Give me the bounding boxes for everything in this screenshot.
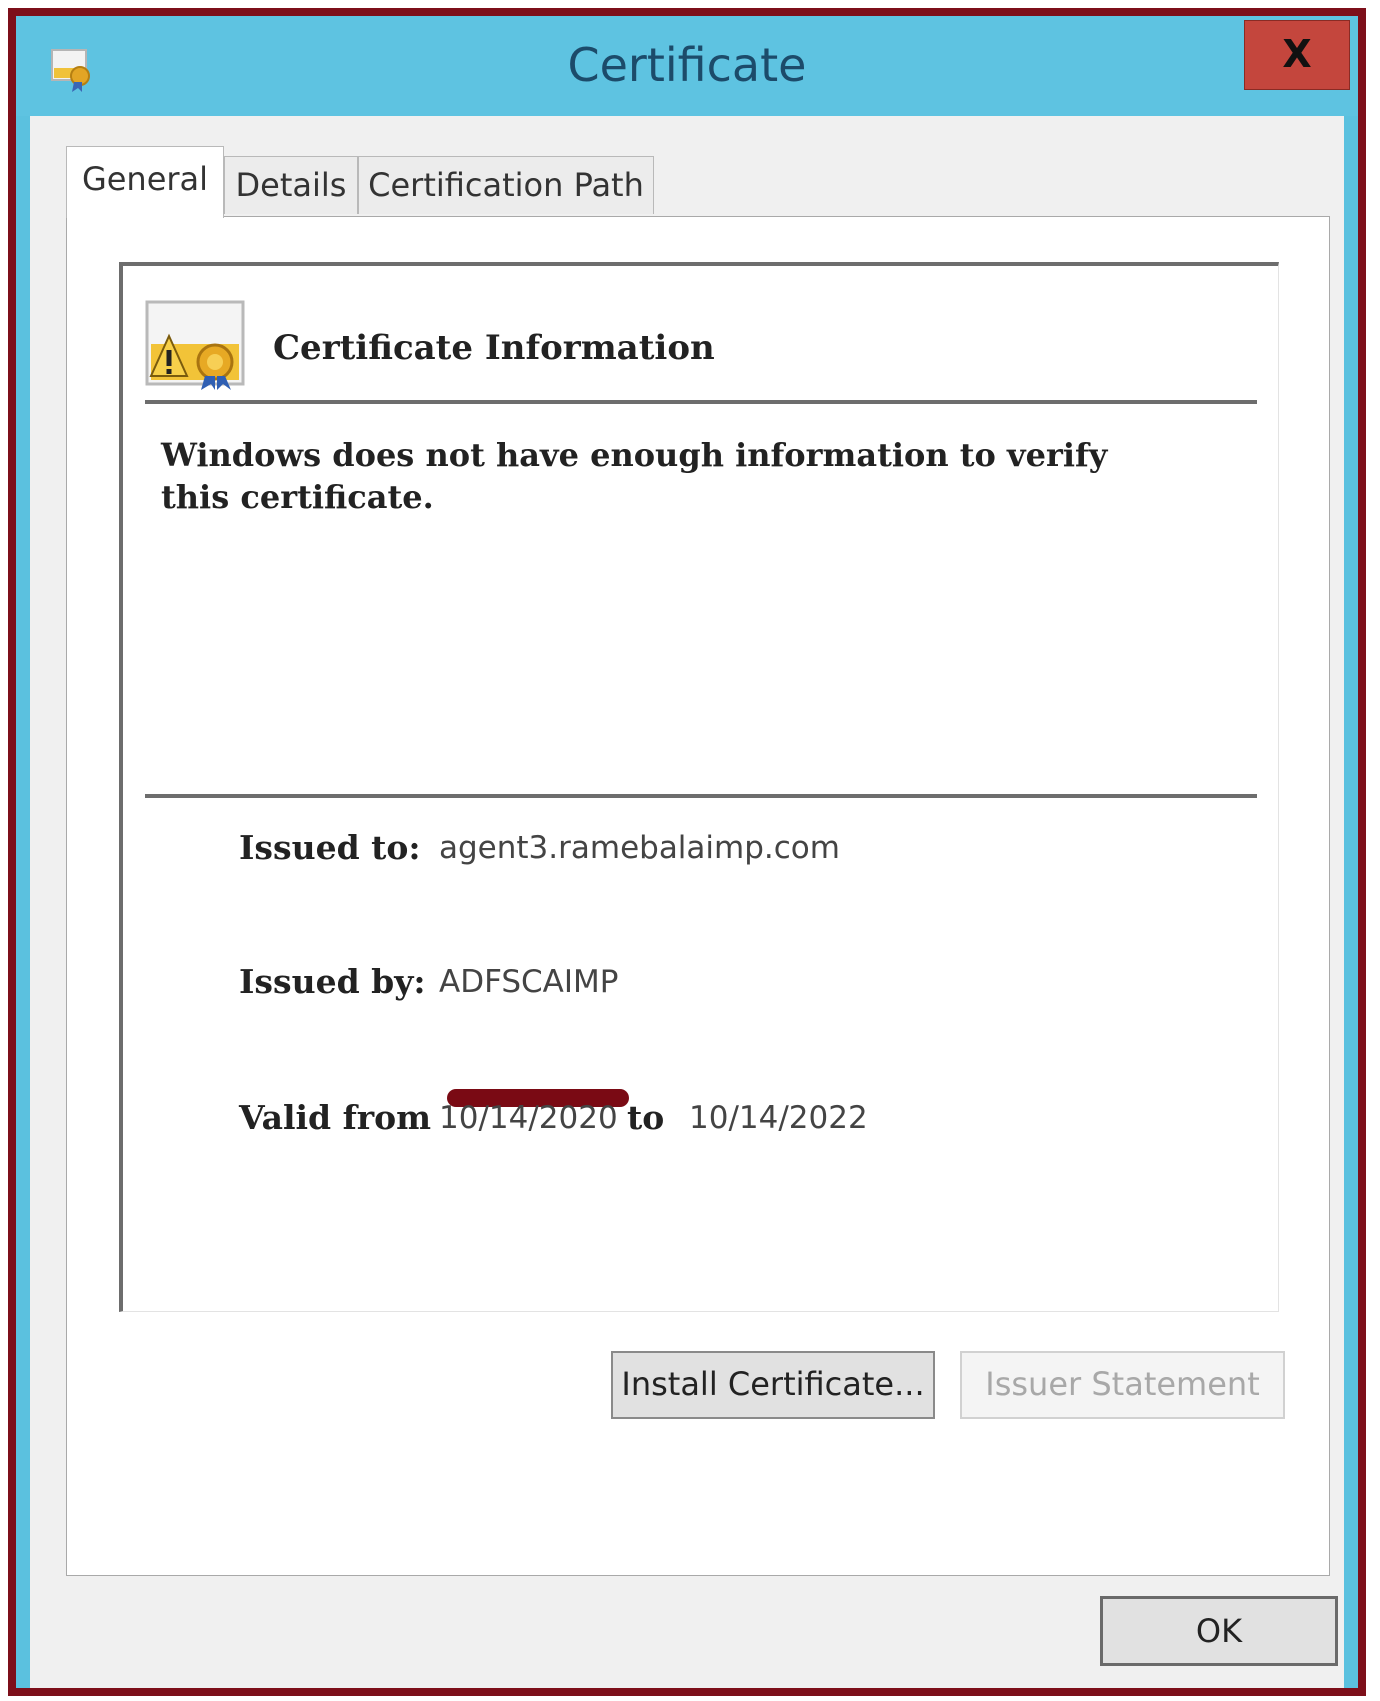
tab-certification-path[interactable]: Certification Path	[358, 156, 654, 214]
valid-from-value: 10/14/2020	[439, 1100, 618, 1136]
issued-by-label: Issued by:	[239, 962, 426, 1001]
title-bar[interactable]: Certificate X	[16, 16, 1358, 116]
tab-details[interactable]: Details	[224, 156, 358, 214]
general-tab-panel: Certificate Information Windows does not…	[66, 216, 1330, 1576]
issued-to-value: agent3.ramebalaimp.com	[439, 830, 840, 866]
tab-certification-path-label: Certification Path	[368, 166, 644, 204]
close-icon: X	[1282, 32, 1312, 76]
certificate-info-heading: Certificate Information	[273, 328, 715, 368]
certificate-dialog: Certificate X General Details Certificat…	[8, 8, 1366, 1696]
details-divider	[145, 794, 1257, 798]
window-title: Certificate	[567, 38, 807, 92]
install-certificate-button[interactable]: Install Certificate...	[611, 1351, 935, 1419]
valid-from-label: Valid from	[239, 1098, 432, 1137]
verification-message: Windows does not have enough information…	[161, 436, 1108, 516]
valid-to-value: 10/14/2022	[689, 1100, 868, 1136]
issued-by-value: ADFSCAIMP	[439, 964, 619, 1000]
dialog-client-area: General Details Certification Path Certi…	[30, 116, 1344, 1688]
heading-divider	[145, 400, 1257, 404]
tab-general[interactable]: General	[66, 146, 224, 218]
issued-to-label: Issued to:	[239, 828, 421, 867]
certificate-warning-icon	[145, 300, 245, 390]
issuer-statement-button[interactable]: Issuer Statement	[960, 1351, 1285, 1419]
tab-details-label: Details	[235, 166, 347, 204]
close-button[interactable]: X	[1244, 20, 1350, 90]
valid-to-label: to	[627, 1098, 665, 1137]
certificate-info-box: Certificate Information Windows does not…	[119, 262, 1279, 1312]
tab-general-label: General	[81, 160, 209, 198]
ok-button[interactable]: OK	[1100, 1596, 1338, 1666]
